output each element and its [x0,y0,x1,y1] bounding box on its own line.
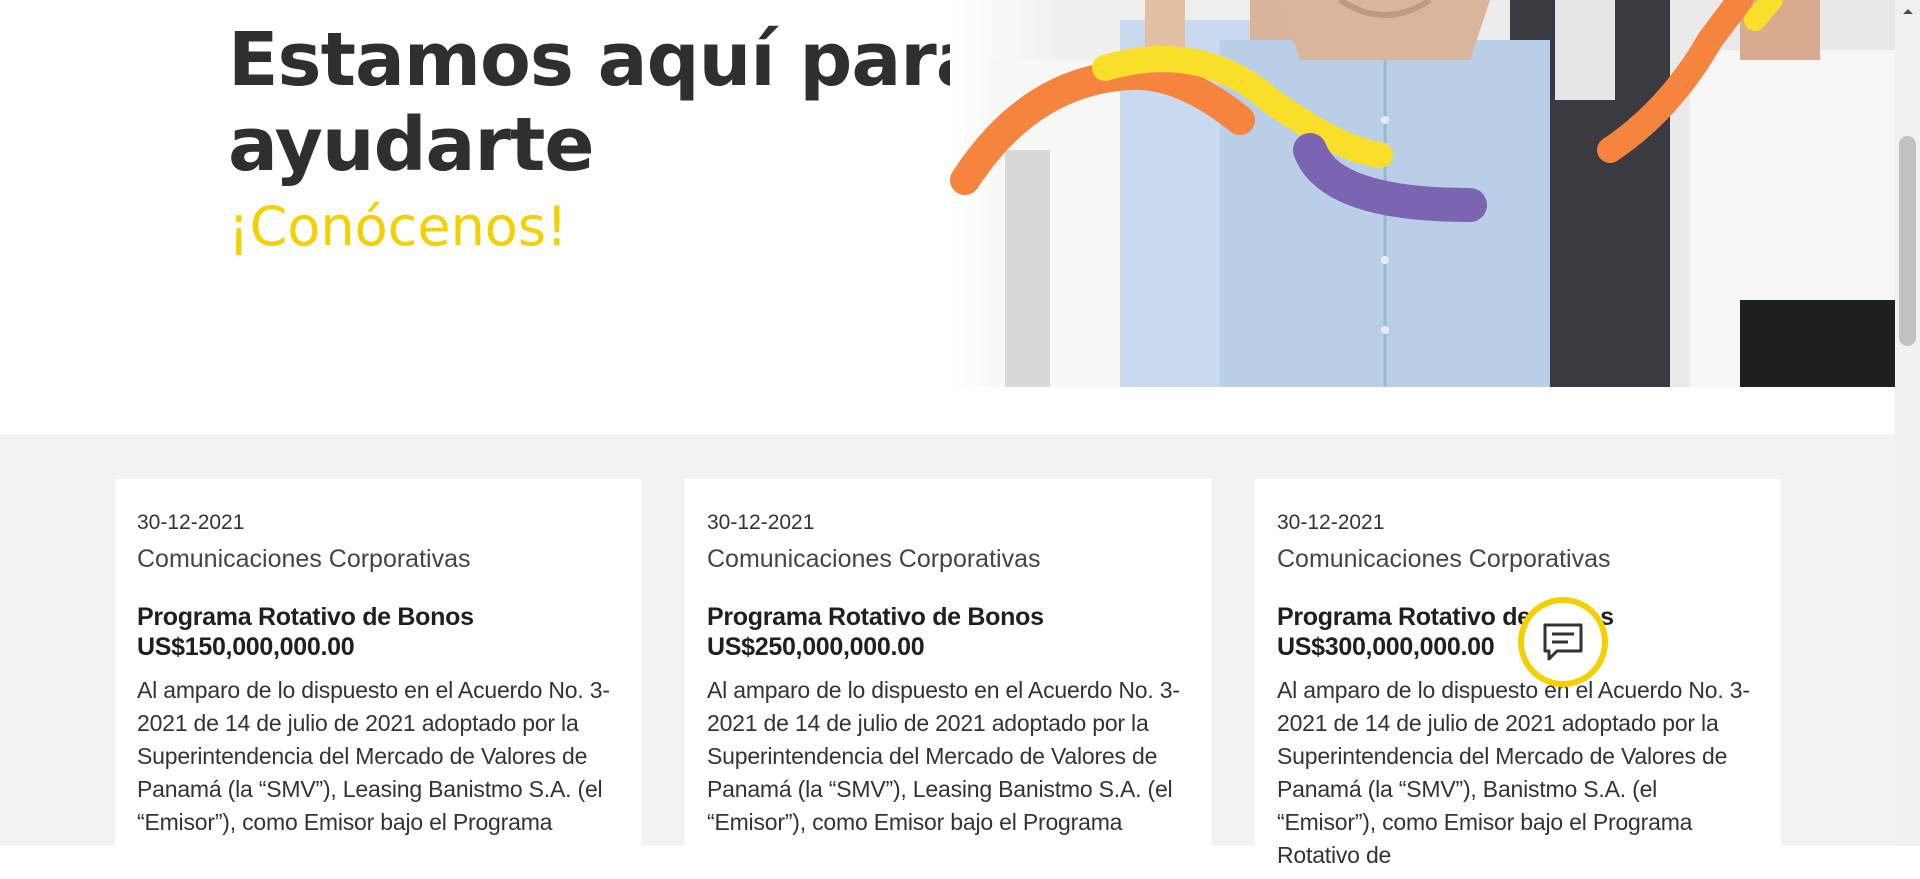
card-title[interactable]: Programa Rotativo de Bonos US$250,000,00… [707,602,1189,662]
card-category: Comunicaciones Corporativas [1277,545,1611,573]
chat-button[interactable] [1518,597,1608,687]
hero-title-line1: Estamos aquí para [228,17,986,103]
card-title-line2: US$300,000,000.00 [1277,633,1495,661]
news-card[interactable]: 30-12-2021 Comunicaciones Corporativas P… [1255,479,1781,879]
hero-subtitle: ¡Conócenos! [228,195,568,258]
card-body: Al amparo de lo dispuesto en el Acuerdo … [707,677,1180,835]
card-title-line2: US$250,000,000.00 [707,633,925,661]
card-title-line1: Programa Rotativo de Bonos [137,603,474,631]
hero-title: Estamos aquí para ayudarte [228,17,986,188]
card-title-line2: US$150,000,000.00 [137,633,355,661]
card-category: Comunicaciones Corporativas [707,545,1041,573]
chat-bubble-icon [1543,623,1583,661]
hero-section: Estamos aquí para ayudarte ¡Conócenos! [0,0,1895,434]
news-card[interactable]: 30-12-2021 Comunicaciones Corporativas P… [685,479,1211,879]
scroll-up-arrow-icon[interactable] [1895,0,1920,22]
card-date: 30-12-2021 [1277,511,1385,534]
scrollbar-thumb[interactable] [1899,136,1916,346]
card-body: Al amparo de lo dispuesto en el Acuerdo … [137,677,610,835]
card-category: Comunicaciones Corporativas [137,545,471,573]
card-body: Al amparo de lo dispuesto en el Acuerdo … [1277,677,1750,868]
news-cards-section: 30-12-2021 Comunicaciones Corporativas P… [0,434,1895,879]
card-title[interactable]: Programa Rotativo de Bonos US$150,000,00… [137,602,619,662]
card-date: 30-12-2021 [707,511,815,534]
card-date: 30-12-2021 [137,511,245,534]
hero-title-line2: ayudarte [228,102,595,188]
vertical-scrollbar[interactable] [1895,0,1920,846]
card-title-line1: Programa Rotativo de Bonos [707,603,1044,631]
hero-image [950,0,1895,387]
news-card[interactable]: 30-12-2021 Comunicaciones Corporativas P… [115,479,641,879]
